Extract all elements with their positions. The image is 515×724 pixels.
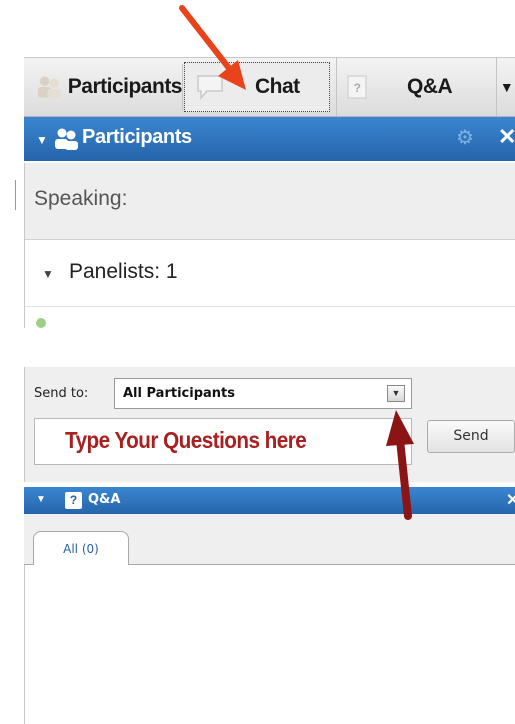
annotation-arrow-orange: [179, 5, 246, 90]
annotation-overlay: [179, 5, 414, 520]
annotation-arrow-darkred: [386, 410, 414, 520]
